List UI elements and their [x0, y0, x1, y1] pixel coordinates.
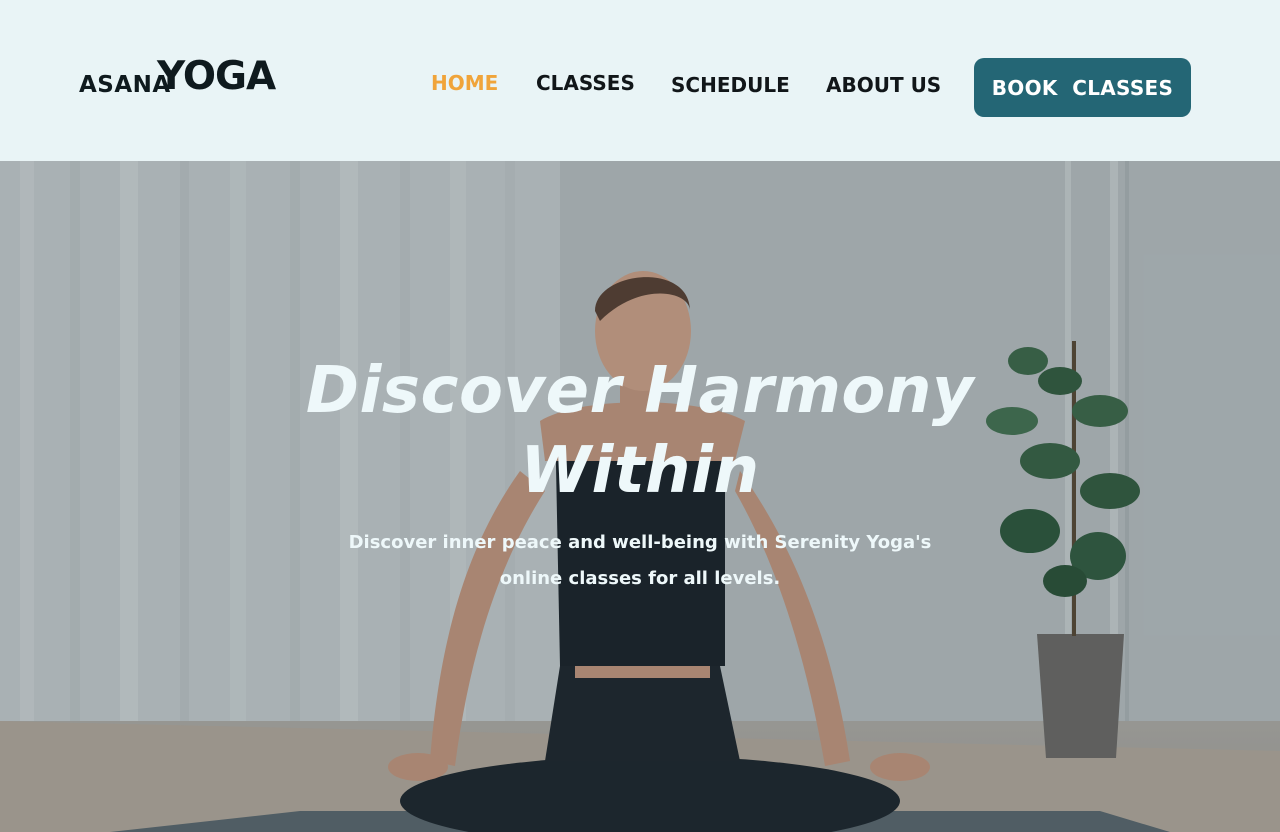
nav-home-link[interactable]: HOME	[431, 71, 498, 95]
hero-title: Discover Harmony Within	[305, 354, 975, 508]
hero-subtitle: Discover inner peace and well-being with…	[348, 532, 932, 589]
nav-classes-link[interactable]: CLASSES	[536, 71, 635, 95]
site-header: ASANA YOGA HOME CLASSES SCHEDULE ABOUT U…	[0, 0, 1280, 161]
nav-schedule-link[interactable]: SCHEDULE	[671, 73, 790, 97]
nav-about-link[interactable]: ABOUT US	[826, 73, 941, 97]
logo-word-yoga: YOGA	[157, 54, 276, 99]
hero-section: Discover Harmony Within Discover inner p…	[0, 161, 1280, 832]
book-classes-button[interactable]: BOOK CLASSES	[974, 58, 1191, 117]
